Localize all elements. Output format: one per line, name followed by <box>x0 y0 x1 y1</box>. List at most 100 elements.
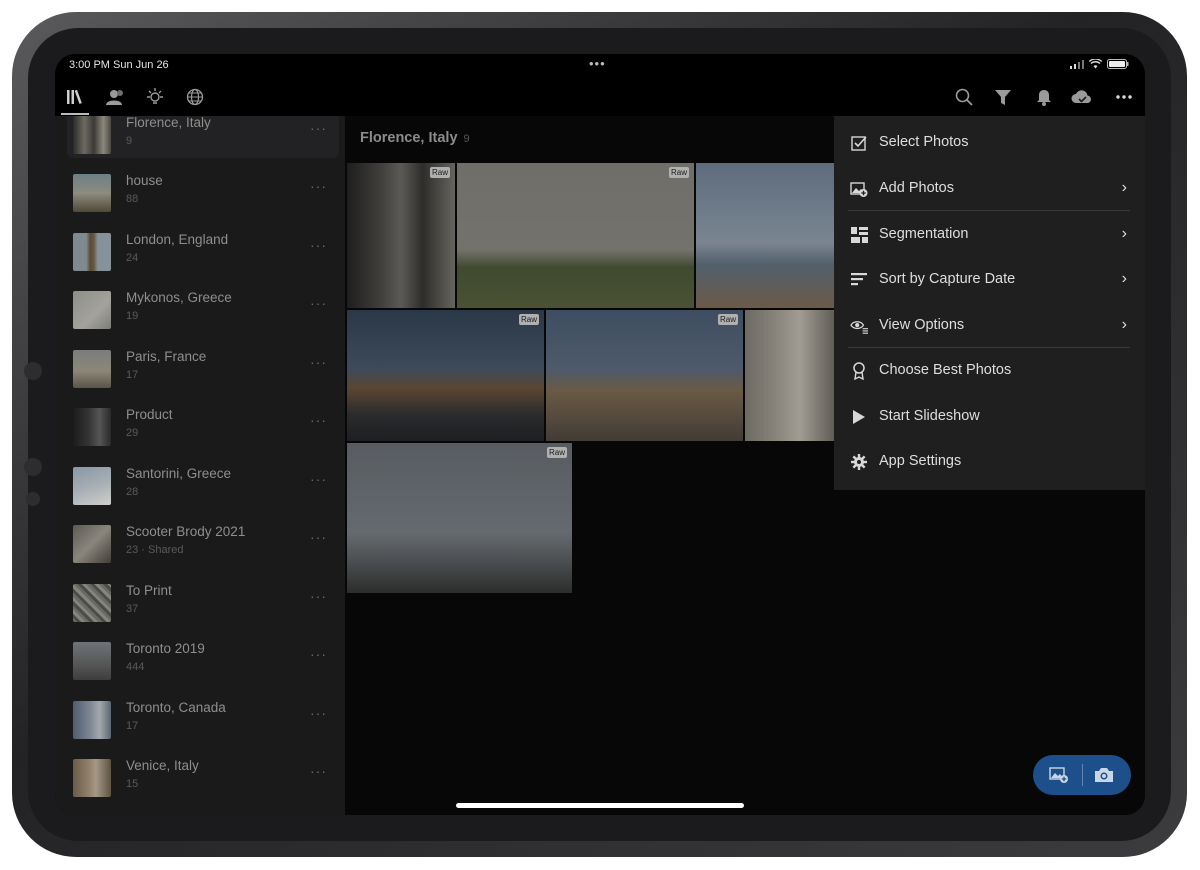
gear-icon <box>850 453 868 471</box>
menu-item-add-photos[interactable]: Add Photos › <box>834 167 1145 211</box>
album-count: 23 · Shared <box>126 544 184 556</box>
camera-dot <box>24 362 42 380</box>
import-capture-fab <box>1033 755 1131 795</box>
album-item[interactable]: Toronto 2019 444 ··· <box>67 634 339 684</box>
album-name: Venice, Italy <box>126 758 199 773</box>
photo-thumbnail[interactable]: Raw <box>347 310 544 441</box>
album-more-button[interactable]: ··· <box>310 471 327 487</box>
album-item[interactable]: Paris, France 17 ··· <box>67 342 339 392</box>
album-name: Mykonos, Greece <box>126 290 232 305</box>
photo-thumbnail[interactable]: Raw <box>347 163 455 308</box>
chevron-right-icon: › <box>1121 179 1127 196</box>
discover-icon[interactable] <box>184 86 206 108</box>
award-icon <box>850 362 868 380</box>
album-name: To Print <box>126 583 172 598</box>
cloud-icon[interactable] <box>1071 86 1093 108</box>
album-title-count: 9 <box>463 133 470 145</box>
album-thumbnail <box>73 174 111 212</box>
menu-item-select-photos[interactable]: Select Photos <box>834 121 1145 165</box>
album-title-text: Florence, Italy <box>360 130 458 146</box>
album-item[interactable]: Santorini, Greece 28 ··· <box>67 459 339 509</box>
photo-thumbnail[interactable]: Raw <box>347 443 572 593</box>
album-item[interactable]: To Print 37 ··· <box>67 576 339 626</box>
segmentation-icon <box>850 226 868 244</box>
photo-thumbnail[interactable]: Raw <box>457 163 694 308</box>
system-icons <box>1070 59 1129 69</box>
album-more-button[interactable]: ··· <box>310 529 327 545</box>
album-thumbnail <box>73 467 111 505</box>
album-name: Toronto, Canada <box>126 700 226 715</box>
menu-item-sort[interactable]: Sort by Capture Date › <box>834 258 1145 302</box>
album-item[interactable]: Product 29 ··· <box>67 400 339 450</box>
menu-divider <box>848 347 1130 348</box>
album-more-button[interactable]: ··· <box>310 354 327 370</box>
menu-item-view-options[interactable]: View Options › <box>834 304 1145 348</box>
add-photo-button[interactable] <box>1049 765 1069 785</box>
album-item[interactable]: Scooter Brody 2021 23 · Shared ··· <box>67 517 339 567</box>
album-name: Toronto 2019 <box>126 641 205 656</box>
album-item[interactable]: Florence, Italy 9 ··· <box>67 116 339 158</box>
album-more-button[interactable]: ··· <box>310 120 327 136</box>
camera-button[interactable] <box>1094 765 1114 785</box>
menu-item-label: Sort by Capture Date <box>879 271 1016 287</box>
album-count: 444 <box>126 661 145 673</box>
album-count: 88 <box>126 193 139 205</box>
raw-badge: Raw <box>668 167 689 178</box>
more-icon[interactable] <box>1113 86 1135 108</box>
album-thumbnail <box>73 233 111 271</box>
top-toolbar <box>55 78 1145 116</box>
menu-item-segmentation[interactable]: Segmentation › <box>834 213 1145 257</box>
album-name: Scooter Brody 2021 <box>126 524 246 539</box>
learn-icon[interactable] <box>144 86 166 108</box>
raw-badge: Raw <box>717 314 738 325</box>
status-bar: 3:00 PM Sun Jun 26 ••• <box>55 54 1145 76</box>
album-more-button[interactable]: ··· <box>310 412 327 428</box>
album-more-button[interactable]: ··· <box>310 763 327 779</box>
album-more-button[interactable]: ··· <box>310 646 327 662</box>
menu-item-label: Add Photos <box>879 180 954 196</box>
photo-thumbnail[interactable]: Raw <box>546 310 743 441</box>
album-thumbnail <box>73 350 111 388</box>
album-count: 19 <box>126 310 139 322</box>
library-icon[interactable] <box>64 86 86 108</box>
album-sidebar: Florence, Italy 9 ··· house 88 ··· Londo… <box>55 116 345 815</box>
sensor-dot <box>24 458 42 476</box>
album-name: house <box>126 173 163 188</box>
photo-thumbnail[interactable] <box>696 163 836 308</box>
wifi-icon <box>1089 59 1102 69</box>
menu-item-label: Choose Best Photos <box>879 362 1012 378</box>
chevron-right-icon: › <box>1121 316 1127 333</box>
menu-item-app-settings[interactable]: App Settings <box>834 440 1145 484</box>
album-name: Product <box>126 407 173 422</box>
filter-icon[interactable] <box>992 86 1014 108</box>
people-icon[interactable] <box>104 86 126 108</box>
album-item[interactable]: Venice, Italy 15 ··· <box>67 751 339 801</box>
album-count: 28 <box>126 486 139 498</box>
album-item[interactable]: house 88 ··· <box>67 166 339 216</box>
sensor-dot <box>26 492 40 506</box>
home-indicator[interactable] <box>456 803 744 808</box>
notification-icon[interactable] <box>1033 86 1055 108</box>
album-count: 24 <box>126 252 139 264</box>
menu-item-label: Start Slideshow <box>879 408 980 424</box>
album-item[interactable]: London, England 24 ··· <box>67 225 339 275</box>
album-more-button[interactable]: ··· <box>310 237 327 253</box>
view-options-icon <box>850 317 868 335</box>
album-item[interactable]: Toronto, Canada 17 ··· <box>67 693 339 743</box>
album-more-button[interactable]: ··· <box>310 588 327 604</box>
album-more-button[interactable]: ··· <box>310 705 327 721</box>
sort-icon <box>850 271 868 289</box>
album-thumbnail <box>73 759 111 797</box>
menu-item-slideshow[interactable]: Start Slideshow <box>834 395 1145 439</box>
album-more-button[interactable]: ··· <box>310 295 327 311</box>
album-thumbnail <box>73 408 111 446</box>
album-thumbnail <box>73 701 111 739</box>
album-item[interactable]: Mykonos, Greece 19 ··· <box>67 283 339 333</box>
multitasking-dots[interactable]: ••• <box>589 56 606 71</box>
photo-thumbnail[interactable] <box>745 310 836 441</box>
menu-item-choose-best[interactable]: Choose Best Photos <box>834 349 1145 393</box>
fab-divider <box>1082 764 1083 786</box>
album-more-button[interactable]: ··· <box>310 178 327 194</box>
album-thumbnail <box>73 584 111 622</box>
search-icon[interactable] <box>953 86 975 108</box>
